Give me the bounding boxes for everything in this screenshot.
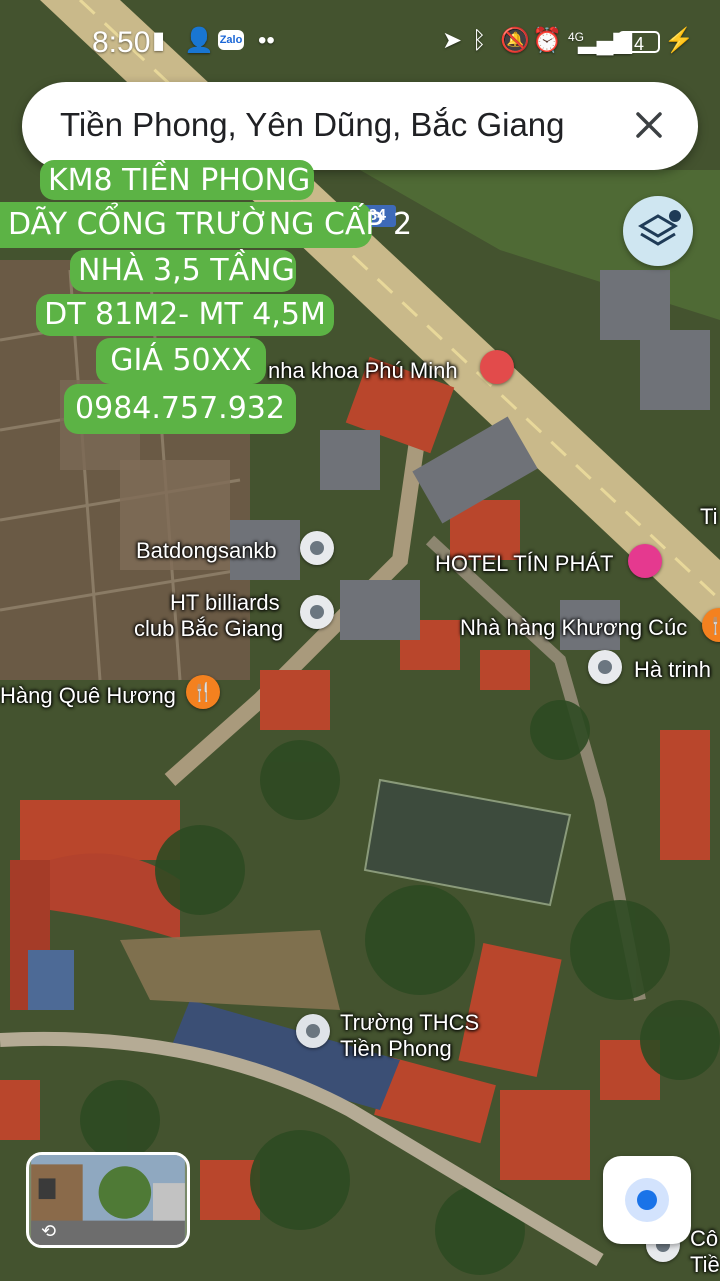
ad-line-3: NHÀ 3,5 TẦNG bbox=[70, 250, 296, 292]
place-label-school-2[interactable]: Tiền Phong bbox=[340, 1036, 452, 1062]
status-time: 8:50 bbox=[92, 26, 151, 59]
search-bar[interactable]: Tiền Phong, Yên Dũng, Bắc Giang bbox=[22, 82, 698, 170]
que-huong-restaurant-pin-icon[interactable]: 🍴 bbox=[186, 675, 220, 709]
billiards-pin-icon[interactable] bbox=[300, 595, 334, 629]
sim-card-icon: ▮ bbox=[152, 27, 166, 54]
place-label-restaurant-kc[interactable]: Nhà hàng Khương Cúc bbox=[460, 615, 687, 641]
rotate-360-icon: ⟲ bbox=[41, 1221, 57, 1241]
location-dot-icon bbox=[637, 1190, 657, 1210]
place-label-que-huong[interactable]: Hàng Quê Hương bbox=[0, 683, 176, 709]
close-icon[interactable] bbox=[624, 100, 674, 150]
place-label-edge-bottom-1: Cô bbox=[690, 1226, 719, 1251]
mute-icon: 🔕 bbox=[500, 27, 530, 54]
ad-line-2: DÃY CỔNG TRƯỜNG CẤP 2 bbox=[0, 202, 412, 248]
search-query[interactable]: Tiền Phong, Yên Dũng, Bắc Giang bbox=[60, 106, 565, 144]
ad-line-6: 0984.757.932 bbox=[64, 384, 296, 434]
battery-icon: 4 bbox=[618, 31, 660, 54]
bluetooth-icon: ᛒ bbox=[472, 27, 487, 54]
ad-line-4: DT 81M2- MT 4,5M bbox=[36, 294, 334, 336]
status-bar: 8:50 ▮ 👤 Zalo •• ➤ ᛒ 🔕 ⏰ 4G ▂▄▆ 4 ⚡ bbox=[0, 0, 720, 80]
school-pin-icon[interactable] bbox=[296, 1014, 330, 1048]
charging-icon: ⚡ bbox=[664, 27, 694, 54]
hotel-pin-icon[interactable] bbox=[628, 544, 662, 578]
place-pin-icon[interactable] bbox=[300, 531, 334, 565]
add-contact-icon: 👤 bbox=[184, 27, 214, 54]
place-label-batdongsan[interactable]: Batdongsankb bbox=[136, 538, 277, 564]
my-location-button[interactable] bbox=[603, 1156, 691, 1244]
more-notifications-icon: •• bbox=[258, 27, 275, 54]
zalo-icon: Zalo bbox=[218, 30, 244, 50]
place-label-hotel[interactable]: HOTEL TÍN PHÁT bbox=[435, 551, 613, 577]
ha-trinh-pin-icon[interactable] bbox=[588, 650, 622, 684]
ad-line-5: GIÁ 50XX bbox=[96, 338, 266, 384]
alarm-icon: ⏰ bbox=[532, 27, 562, 54]
place-label-ha-trinh[interactable]: Hà trinh bbox=[634, 657, 711, 683]
place-label-billiards-2[interactable]: club Bắc Giang bbox=[134, 616, 283, 642]
location-arrow-icon: ➤ bbox=[442, 27, 463, 54]
place-label-school-1[interactable]: Trường THCS bbox=[340, 1010, 479, 1036]
place-label-billiards-1[interactable]: HT billiards bbox=[170, 590, 280, 616]
hospital-pin-icon[interactable] bbox=[480, 350, 514, 384]
battery-level: 4 bbox=[633, 34, 644, 54]
street-view-thumbnail[interactable]: ⟲ bbox=[26, 1152, 190, 1248]
place-label-dentist[interactable]: nha khoa Phú Minh bbox=[268, 358, 458, 384]
layers-icon bbox=[638, 210, 681, 246]
place-label-edge-bottom-2: Tiề bbox=[690, 1252, 720, 1277]
ad-line-1: KM8 TIỀN PHONG bbox=[40, 160, 314, 200]
place-label-edge-top: Ti bbox=[700, 504, 718, 529]
layers-button[interactable] bbox=[623, 196, 693, 266]
